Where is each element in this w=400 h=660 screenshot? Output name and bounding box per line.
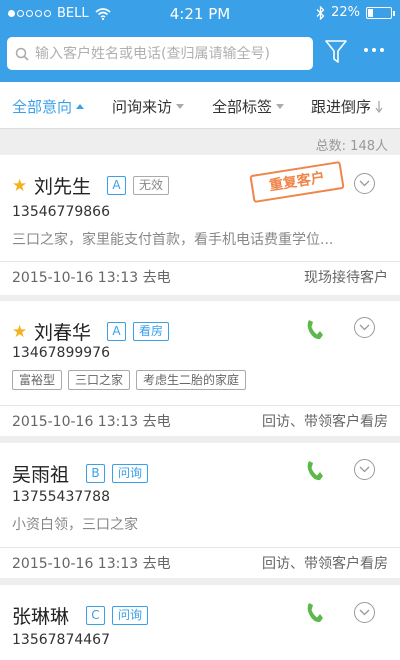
grade-badge: A: [107, 322, 126, 341]
customer-phone: 13755437788: [12, 489, 110, 505]
filter-icon[interactable]: [325, 40, 347, 64]
status-badge: 问询: [112, 464, 149, 483]
customer-name: 刘春华: [34, 322, 92, 344]
card-footer: 2015-10-16 13:13 去电 回访、带领客户看房: [0, 547, 400, 576]
tab-inquiry-visit[interactable]: 问询来访: [112, 96, 185, 117]
tag-list: 富裕型 三口之家 考虑生二胎的家庭: [12, 370, 247, 390]
tag: 考虑生二胎的家庭: [136, 370, 247, 390]
followup-date: 2015-10-16 13:13 去电: [12, 270, 171, 286]
tab-sort-followup[interactable]: 跟进倒序: [311, 96, 383, 117]
followup-action: 回访、带领客户看房: [262, 414, 388, 430]
phone-call-icon[interactable]: [305, 319, 323, 341]
customer-phone: 13467899976: [12, 345, 110, 361]
search-icon: [15, 47, 29, 61]
expand-chevron-icon[interactable]: [354, 459, 375, 480]
bluetooth-icon: [316, 5, 325, 20]
arrow-down-icon: [375, 100, 383, 113]
customer-phone: 13567874467: [12, 632, 110, 648]
customer-card[interactable]: ★ 刘春华 A 看房 13467899976 富裕型 三口之家 考虑生二胎的家庭…: [0, 301, 400, 436]
tag: 三口之家: [68, 370, 131, 390]
followup-action: 现场接待客户: [304, 270, 388, 286]
star-icon[interactable]: ★: [12, 322, 27, 342]
battery-icon: [366, 6, 395, 19]
search-input[interactable]: [35, 45, 305, 62]
expand-chevron-icon[interactable]: [354, 317, 375, 338]
status-bar: BELL 4:21 PM 22%: [0, 0, 400, 28]
customer-description: 小资白领，三口之家: [12, 517, 138, 533]
total-count: 总数: 148人: [315, 139, 388, 154]
followup-action: 回访、带领客户看房: [262, 556, 388, 572]
customer-description: 三口之家，家里能支付首款，看手机电话费重学位...: [12, 232, 334, 248]
customer-card[interactable]: ★ 刘先生 A 无效 重复客户 13546779866 三口之家，家里能支付首款…: [0, 155, 400, 295]
top-app-bar: BELL 4:21 PM 22%: [0, 0, 400, 82]
tab-all-intent[interactable]: 全部意向: [12, 96, 85, 117]
tag: 富裕型: [12, 370, 63, 390]
status-badge: 问询: [112, 606, 149, 625]
grade-badge: B: [86, 464, 105, 483]
star-icon[interactable]: ★: [12, 176, 27, 196]
caret-down-icon: [276, 104, 285, 109]
filter-tabs: 全部意向 问询来访 全部标签 跟进倒序: [0, 82, 400, 129]
caret-up-icon: [76, 104, 85, 109]
customer-name: 吴雨祖: [12, 464, 70, 486]
grade-badge: A: [107, 176, 126, 195]
card-footer: 2015-10-16 13:13 去电 回访、带领客户看房: [0, 405, 400, 434]
phone-call-icon[interactable]: [305, 460, 323, 482]
expand-chevron-icon[interactable]: [354, 602, 375, 623]
grade-badge: C: [86, 606, 105, 625]
battery-percent: 22%: [331, 5, 360, 20]
tab-all-tags[interactable]: 全部标签: [212, 96, 285, 117]
followup-date: 2015-10-16 13:13 去电: [12, 414, 171, 430]
more-icon[interactable]: [364, 48, 384, 52]
duplicate-stamp: 重复客户: [249, 160, 345, 204]
customer-phone: 13546779866: [12, 204, 110, 220]
phone-call-icon[interactable]: [305, 602, 323, 624]
status-badge: 无效: [133, 176, 170, 195]
customer-name: 张琳琳: [12, 606, 70, 628]
caret-down-icon: [176, 104, 185, 109]
status-badge: 看房: [133, 322, 170, 341]
search-box[interactable]: [7, 37, 313, 70]
customer-card[interactable]: 吴雨祖 B 问询 13755437788 小资白领，三口之家 2015-10-1…: [0, 443, 400, 578]
followup-date: 2015-10-16 13:13 去电: [12, 556, 171, 572]
customer-name: 刘先生: [34, 176, 92, 198]
customer-card[interactable]: 张琳琳 C 问询 13567874467: [0, 585, 400, 660]
card-footer: 2015-10-16 13:13 去电 现场接待客户: [0, 261, 400, 290]
expand-chevron-icon[interactable]: [354, 173, 375, 194]
